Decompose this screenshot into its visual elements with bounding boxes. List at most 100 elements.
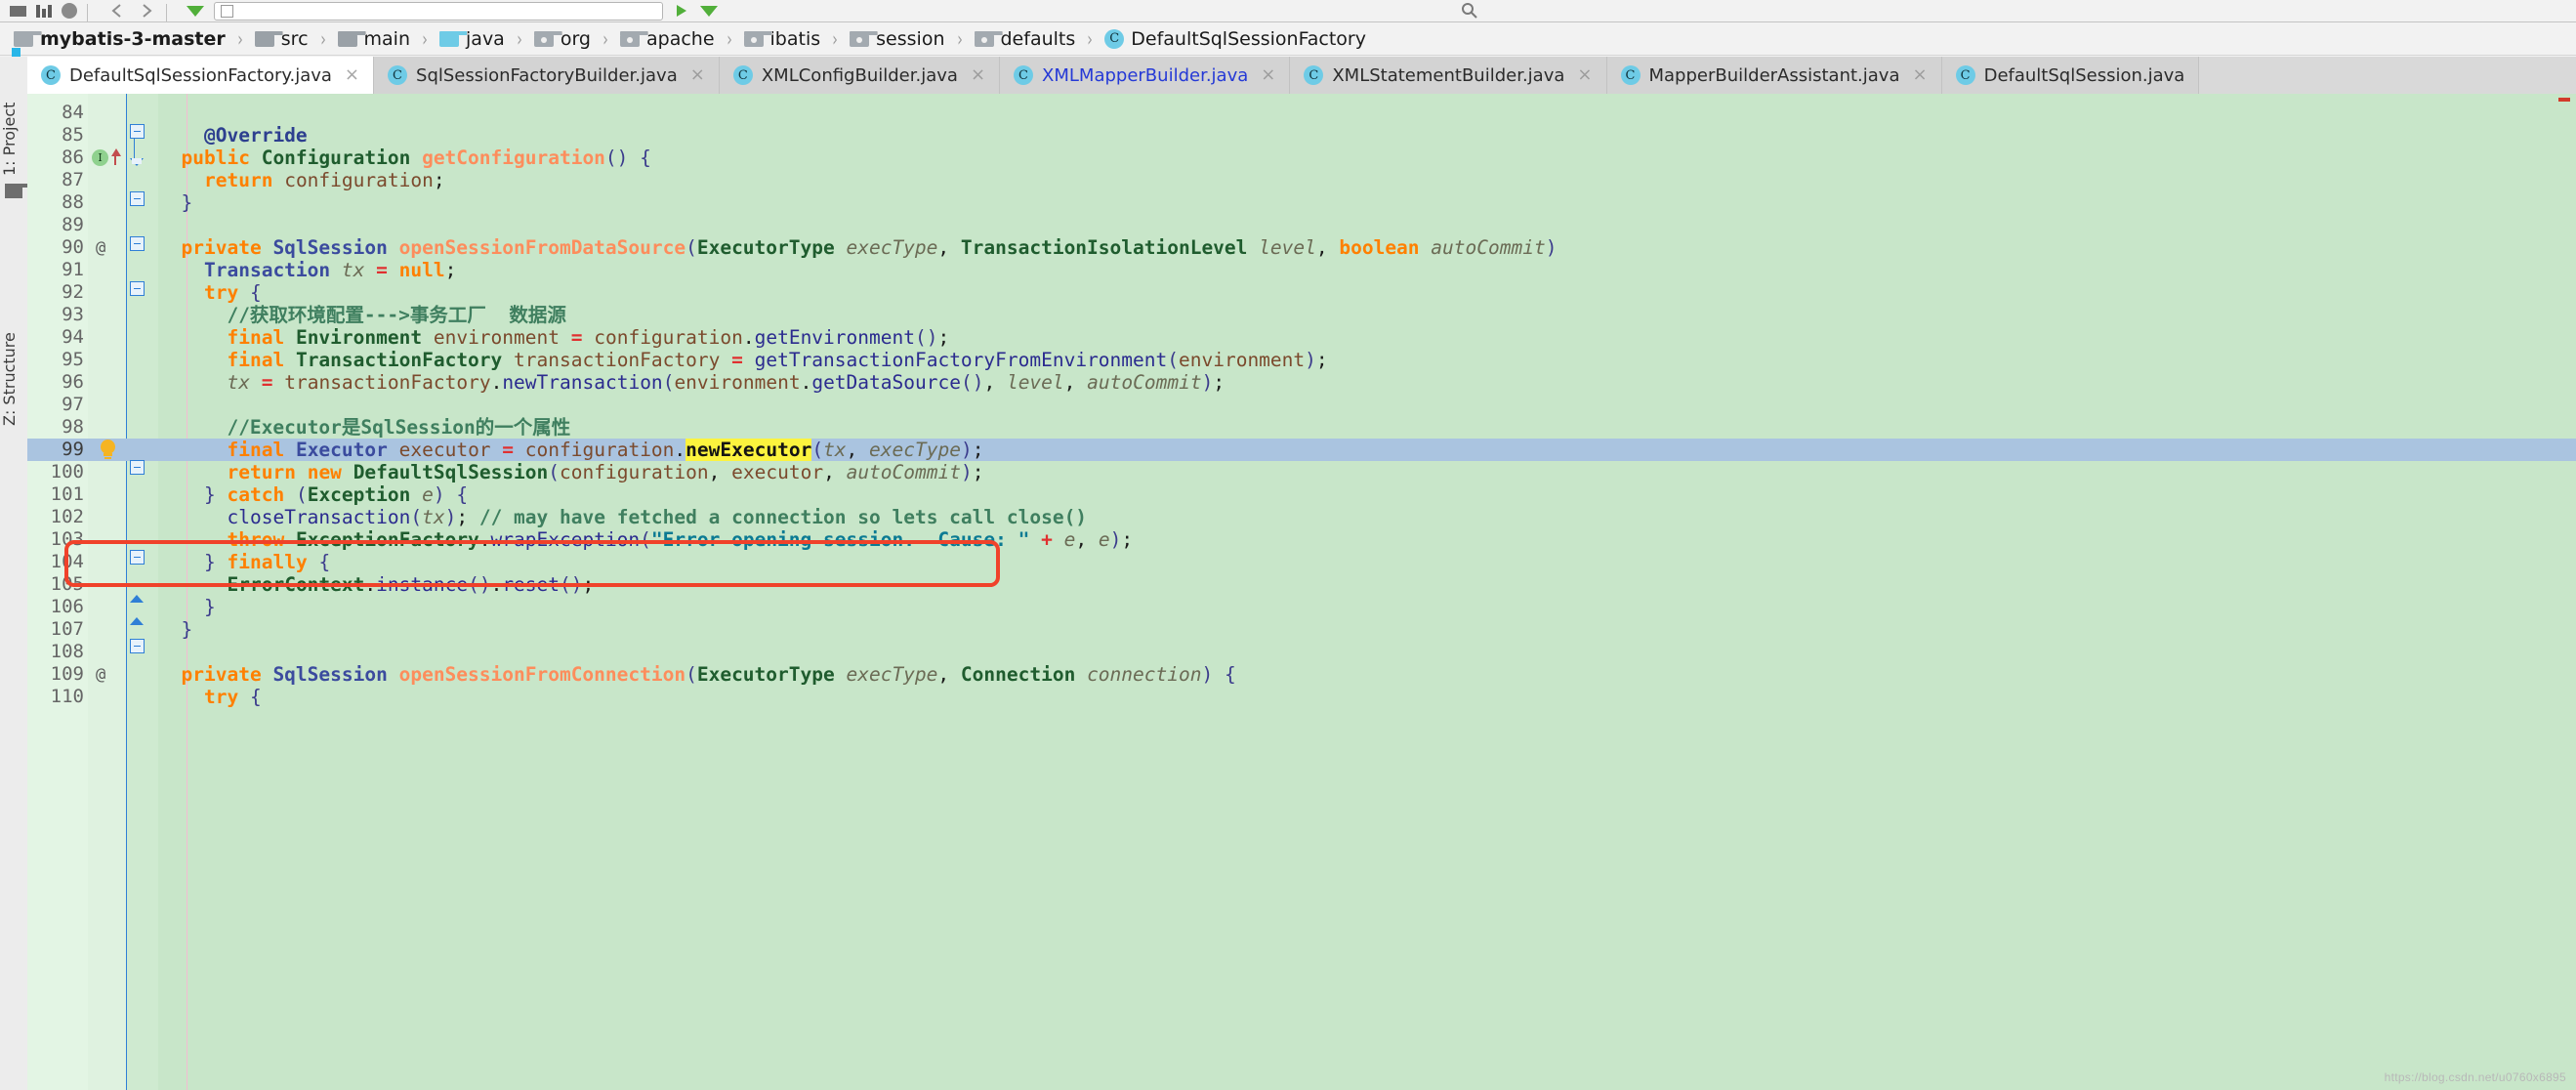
code-line[interactable]: 92 try { — [27, 281, 2576, 304]
editor-tab-defaultsqlsession[interactable]: C DefaultSqlSession.java — [1941, 57, 2200, 94]
code-line[interactable]: 101 } catch (Exception e) { — [27, 483, 2576, 506]
main-toolbar — [0, 0, 2576, 22]
close-icon[interactable]: × — [1912, 66, 1927, 84]
editor-tab-xmlconfigbuilder[interactable]: C XMLConfigBuilder.java × — [719, 57, 1001, 94]
fold-collapse-icon-3[interactable] — [130, 236, 145, 251]
breadcrumb-item-session[interactable]: session — [848, 22, 946, 56]
stop-icon[interactable] — [10, 0, 26, 21]
back-arrow-icon[interactable] — [107, 0, 127, 21]
fold-collapse-icon-5[interactable] — [130, 460, 145, 475]
fold-collapse-icon-2[interactable] — [130, 191, 145, 206]
run-icon[interactable] — [673, 0, 690, 21]
code-line[interactable]: 103 throw ExceptionFactory.wrapException… — [27, 528, 2576, 551]
fold-region-connector — [134, 139, 135, 158]
breadcrumb-item-java[interactable]: java — [437, 22, 507, 56]
debug-icon[interactable] — [700, 0, 718, 21]
breadcrumb-item-mybatis-3-master[interactable]: mybatis-3-master — [12, 22, 228, 56]
line-number: 106 — [50, 596, 84, 617]
code-line[interactable]: 88 } — [27, 191, 2576, 214]
close-icon[interactable]: × — [1261, 66, 1275, 84]
breadcrumb-item-main[interactable]: main — [336, 22, 412, 56]
editor-tab-label: DefaultSqlSessionFactory.java — [69, 64, 332, 86]
config-icon — [221, 4, 233, 18]
editor-tab-xmlstatementbuilder[interactable]: C XMLStatementBuilder.java × — [1290, 57, 1607, 94]
folder-icon[interactable] — [5, 184, 33, 198]
override-method-icon[interactable]: I — [92, 149, 108, 166]
code-line[interactable]: 107 } — [27, 618, 2576, 641]
editor-tab-mapperbuilderassistant[interactable]: C MapperBuilderAssistant.java × — [1606, 57, 1942, 94]
toolbar-divider — [87, 4, 88, 21]
class-icon: C — [1955, 65, 1975, 85]
breadcrumb-item-label: src — [280, 27, 309, 50]
code-line[interactable]: 109 private SqlSession openSessionFromCo… — [27, 663, 2576, 686]
breadcrumb-separator: › — [1087, 26, 1094, 51]
code-line[interactable]: 86 public Configuration getConfiguration… — [27, 147, 2576, 169]
code-line[interactable]: 94 final Environment environment = confi… — [27, 326, 2576, 349]
code-line[interactable]: 106 } — [27, 596, 2576, 618]
code-line[interactable]: 110 try { — [27, 686, 2576, 708]
code-line[interactable]: 104 } finally { — [27, 551, 2576, 573]
breadcrumb-item-label: ibatis — [769, 27, 821, 50]
editor-tab-defaultsqlsessionfactory[interactable]: C DefaultSqlSessionFactory.java × — [27, 57, 375, 94]
code-line[interactable]: 96 tx = transactionFactory.newTransactio… — [27, 371, 2576, 394]
line-number: 85 — [62, 124, 84, 146]
breadcrumb-item-org[interactable]: org — [532, 22, 593, 56]
fold-collapse-icon-6[interactable] — [130, 550, 145, 565]
implements-arrow-icon[interactable] — [111, 148, 121, 156]
breadcrumb-item-src[interactable]: src — [253, 22, 311, 56]
tool-window-button-structure[interactable]: Z: Structure — [0, 301, 27, 426]
code-line[interactable]: 102 closeTransaction(tx); // may have fe… — [27, 506, 2576, 528]
line-number: 104 — [50, 551, 84, 572]
fold-collapse-icon-4[interactable] — [130, 281, 145, 296]
close-icon[interactable]: × — [345, 66, 359, 84]
folder-icon — [14, 30, 42, 47]
line-number: 84 — [62, 102, 84, 123]
code-line[interactable]: 85 @Override — [27, 124, 2576, 147]
close-icon[interactable]: × — [1577, 66, 1592, 84]
error-stripe-marker[interactable] — [2558, 98, 2570, 102]
circle-icon[interactable] — [62, 0, 77, 21]
run-configuration-combo[interactable] — [214, 0, 663, 21]
tool-window-button-project[interactable]: 1: Project — [0, 68, 27, 176]
code-text: } catch (Exception e) { — [204, 483, 469, 506]
run-dropdown-icon[interactable] — [187, 0, 204, 21]
line-number: 92 — [62, 281, 84, 303]
editor-tab-xmlmapperbuilder[interactable]: C XMLMapperBuilder.java × — [1000, 57, 1291, 94]
code-line[interactable]: 90 private SqlSession openSessionFromDat… — [27, 236, 2576, 259]
search-icon[interactable] — [1460, 0, 1479, 21]
code-line[interactable]: 84 — [27, 102, 2576, 124]
fold-collapse-icon[interactable] — [130, 124, 145, 139]
code-line[interactable]: 93 //获取环境配置--->事务工厂 数据源 — [27, 304, 2576, 326]
editor-tab-sqlsessionfactorybuilder[interactable]: C SqlSessionFactoryBuilder.java × — [374, 57, 720, 94]
line-number: 101 — [50, 483, 84, 505]
close-icon[interactable]: × — [690, 66, 705, 84]
code-line[interactable]: 105 ErrorContext.instance().reset(); — [27, 573, 2576, 596]
code-line[interactable]: 87 return configuration; — [27, 169, 2576, 191]
code-line[interactable]: 89 — [27, 214, 2576, 236]
line-number: 110 — [50, 686, 84, 707]
package-icon — [743, 30, 772, 47]
code-editor[interactable]: 84 85 @Override 86 public Configuration ge… — [27, 94, 2576, 1090]
breadcrumb-item-defaults[interactable]: defaults — [973, 22, 1078, 56]
breadcrumb-item-ibatis[interactable]: ibatis — [742, 22, 823, 56]
editor-tab-label: DefaultSqlSession.java — [1983, 64, 2185, 86]
code-line[interactable]: 108 — [27, 641, 2576, 663]
fold-collapse-icon-7[interactable] — [130, 639, 145, 653]
code-line[interactable]: 91 Transaction tx = null; — [27, 259, 2576, 281]
code-line[interactable]: 97 — [27, 394, 2576, 416]
code-line[interactable]: 100 return new DefaultSqlSession(configu… — [27, 461, 2576, 483]
code-line-current[interactable]: 99 final Executor executor = configurati… — [27, 439, 2576, 461]
usage-marker-icon[interactable]: @ — [96, 664, 105, 687]
bars-icon[interactable] — [36, 0, 52, 21]
code-line[interactable]: 98 //Executor是SqlSession的一个属性 — [27, 416, 2576, 439]
line-number: 93 — [62, 304, 84, 325]
breadcrumb-item-defaultsqlsessionfactory[interactable]: C DefaultSqlSessionFactory — [1102, 22, 1368, 56]
forward-arrow-icon[interactable] — [137, 0, 156, 21]
close-icon[interactable]: × — [971, 66, 985, 84]
breadcrumb-item-apache[interactable]: apache — [618, 22, 717, 56]
watermark-text: https://blog.csdn.net/u0760x6895 — [2384, 1070, 2566, 1084]
intention-bulb-icon[interactable] — [100, 440, 116, 461]
folder-icon — [337, 30, 366, 47]
code-line[interactable]: 95 final TransactionFactory transactionF… — [27, 349, 2576, 371]
usage-marker-icon[interactable]: @ — [96, 237, 105, 260]
